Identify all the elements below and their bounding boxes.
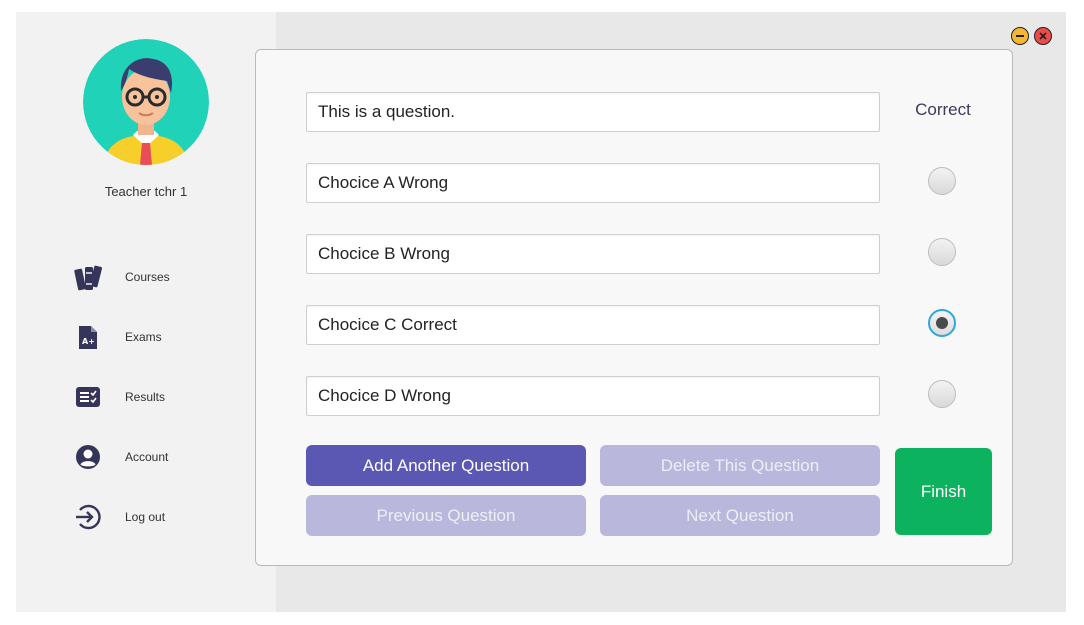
app-window: Teacher tchr 1 Courses A+ Exams Results … — [16, 12, 1066, 612]
minimize-icon — [1016, 35, 1024, 37]
question-editor-card: Correct Add Another Question Delete This… — [255, 49, 1013, 566]
books-icon — [72, 261, 104, 293]
previous-question-button[interactable]: Previous Question — [306, 495, 586, 536]
user-account-icon — [72, 441, 104, 473]
choice-d-correct-radio[interactable] — [928, 380, 956, 408]
sidebar-item-logout[interactable]: Log out — [72, 497, 252, 537]
delete-question-button[interactable]: Delete This Question — [600, 445, 880, 486]
add-question-button[interactable]: Add Another Question — [306, 445, 586, 486]
question-input[interactable] — [306, 92, 880, 132]
radio-selected-dot — [936, 317, 948, 329]
sidebar-item-account[interactable]: Account — [72, 437, 252, 477]
choice-c-input[interactable] — [306, 305, 880, 345]
sidebar-item-label: Courses — [125, 270, 170, 284]
choice-d-input[interactable] — [306, 376, 880, 416]
sidebar-item-label: Account — [125, 450, 169, 464]
sidebar: Teacher tchr 1 Courses A+ Exams Results … — [16, 12, 276, 612]
minimize-button[interactable] — [1011, 27, 1029, 45]
sidebar-item-label: Exams — [125, 330, 162, 344]
results-list-icon — [72, 381, 104, 413]
correct-column-header: Correct — [915, 100, 971, 119]
teacher-avatar-icon — [83, 39, 209, 165]
choice-b-input[interactable] — [306, 234, 880, 274]
close-icon — [1039, 32, 1047, 40]
close-button[interactable] — [1034, 27, 1052, 45]
finish-button[interactable]: Finish — [895, 448, 992, 535]
sidebar-item-courses[interactable]: Courses — [72, 257, 252, 297]
user-name: Teacher tchr 1 — [104, 184, 188, 199]
logout-icon — [72, 501, 104, 533]
choice-a-correct-radio[interactable] — [928, 167, 956, 195]
choice-c-correct-radio[interactable] — [928, 309, 956, 337]
choice-a-input[interactable] — [306, 163, 880, 203]
sidebar-item-results[interactable]: Results — [72, 377, 252, 417]
avatar — [83, 39, 209, 165]
exam-document-icon: A+ — [72, 321, 104, 353]
sidebar-item-label: Results — [125, 390, 166, 404]
svg-text:A+: A+ — [82, 337, 95, 346]
next-question-button[interactable]: Next Question — [600, 495, 880, 536]
sidebar-item-label: Log out — [125, 510, 166, 524]
choice-b-correct-radio[interactable] — [928, 238, 956, 266]
sidebar-item-exams[interactable]: A+ Exams — [72, 317, 252, 357]
